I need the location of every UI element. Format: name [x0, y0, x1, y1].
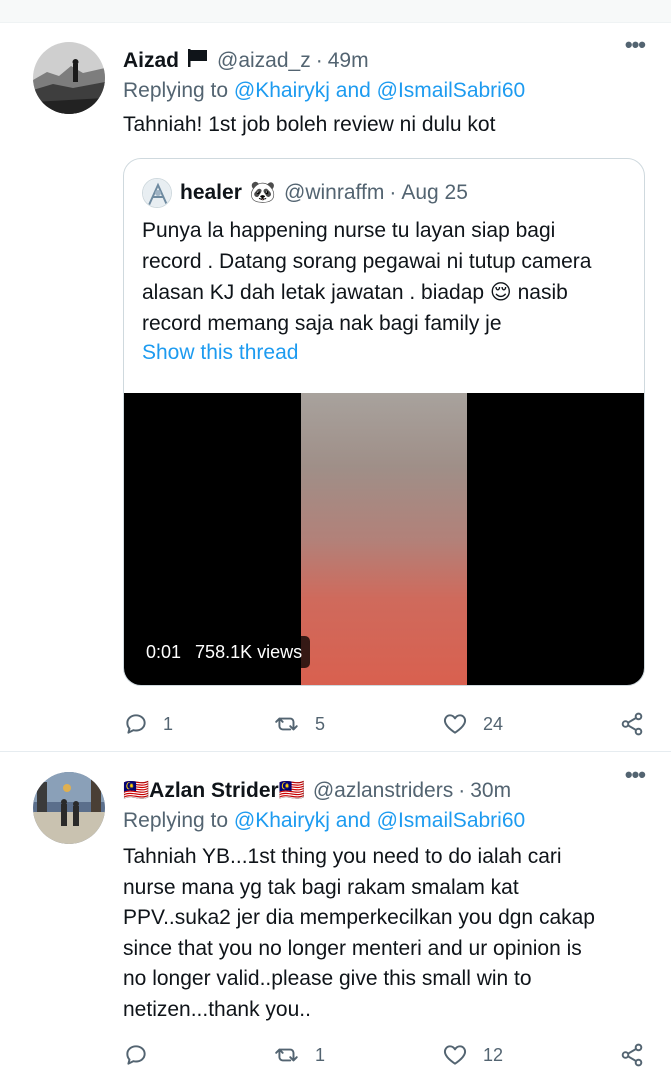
- like-count: 24: [483, 713, 504, 734]
- tweet[interactable]: Aizad @aizad_z · 49m ••• Replying to @Kh…: [0, 22, 671, 752]
- replying-to: Replying to @Khairykj and @IsmailSabri60: [123, 809, 525, 833]
- top-bar: [0, 0, 671, 23]
- tweet-header: Aizad @aizad_z · 49m: [123, 46, 651, 76]
- replying-and[interactable]: and: [336, 79, 371, 102]
- retweet-icon: [273, 711, 301, 737]
- more-options-icon[interactable]: •••: [625, 762, 646, 788]
- tweet[interactable]: 🇲🇾 Azlan Strider 🇲🇾 @azlanstriders · 30m…: [0, 752, 671, 1080]
- quoted-text-line: alasan KJ dah letak jawatan . biadap 😌 n…: [142, 281, 568, 304]
- tweet-header: 🇲🇾 Azlan Strider 🇲🇾 @azlanstriders · 30m: [123, 776, 651, 806]
- replying-and[interactable]: and: [336, 809, 371, 832]
- tweet-text-line: Tahniah YB...1st thing you need to do ia…: [123, 845, 562, 868]
- malaysia-flag: 🇲🇾: [278, 779, 305, 802]
- tweet-text-line: PPV..suka2 jer dia memperkecilkan you dg…: [123, 906, 595, 929]
- reply-button[interactable]: 1: [123, 706, 173, 742]
- video-info-badge: 0:01 758.1K views: [138, 636, 311, 668]
- quoted-tweet-text: Punya la happening nurse tu layan siap b…: [142, 215, 632, 339]
- mention-link[interactable]: @IsmailSabri60: [377, 809, 526, 832]
- quoted-text-line: Punya la happening nurse tu layan siap b…: [142, 219, 556, 242]
- tweet-text-line: nurse mana yg tak bagi rakam smalam kat: [123, 875, 519, 899]
- share-button[interactable]: [619, 1037, 645, 1073]
- video-duration: 0:01: [146, 641, 182, 662]
- display-name[interactable]: Aizad: [123, 49, 179, 73]
- mention-link[interactable]: @Khairykj: [234, 809, 330, 832]
- reply-icon: [123, 711, 149, 737]
- timestamp[interactable]: Aug 25: [401, 181, 468, 205]
- like-count: 12: [483, 1044, 504, 1065]
- share-icon: [619, 711, 645, 737]
- share-icon: [619, 1042, 645, 1068]
- quoted-text-line: record memang saja nak bagi family je: [142, 312, 502, 335]
- tweet-text: Tahniah! 1st job boleh review ni dulu ko…: [123, 113, 496, 136]
- mention-link[interactable]: @IsmailSabri60: [377, 79, 526, 102]
- show-thread-link[interactable]: Show this thread: [142, 341, 298, 365]
- replying-to: Replying to @Khairykj and @IsmailSabri60: [123, 79, 525, 103]
- mention-link[interactable]: @Khairykj: [234, 79, 330, 102]
- reply-count: 1: [163, 713, 174, 734]
- like-button[interactable]: 24: [441, 706, 503, 742]
- retweet-count: 1: [315, 1044, 326, 1065]
- avatar[interactable]: [142, 178, 172, 208]
- separator-dot: ·: [458, 779, 466, 802]
- avatar[interactable]: [33, 772, 105, 844]
- black-flag-icon: [187, 48, 209, 74]
- timestamp[interactable]: 49m: [328, 49, 369, 73]
- tweet-actions: 1 5 24: [123, 706, 653, 742]
- separator-dot: ·: [389, 181, 397, 204]
- tweet-text-line: no longer valid..please give this small …: [123, 967, 532, 990]
- user-handle[interactable]: @winraffm: [284, 181, 384, 205]
- display-name[interactable]: Azlan Strider: [149, 779, 279, 803]
- tweet-text: Tahniah YB...1st thing you need to do ia…: [123, 842, 595, 1025]
- more-options-icon[interactable]: •••: [625, 32, 646, 58]
- tweet-text-line: since that you no longer menteri and ur …: [123, 936, 582, 960]
- retweet-button[interactable]: 1: [273, 1037, 325, 1073]
- user-handle[interactable]: @azlanstriders: [313, 779, 453, 803]
- retweet-button[interactable]: 5: [273, 706, 325, 742]
- share-button[interactable]: [619, 706, 645, 742]
- video-views: 758.1K views: [195, 641, 303, 662]
- heart-icon: [441, 1042, 469, 1068]
- quoted-text-line: record . Datang sorang pegawai ni tutup …: [142, 250, 592, 273]
- video-player[interactable]: 0:01 758.1K views: [124, 393, 644, 685]
- display-name[interactable]: healer: [180, 181, 242, 205]
- panda-emoji: 🐼: [249, 181, 277, 204]
- quoted-tweet[interactable]: healer 🐼 @winraffm · Aug 25 Punya la hap…: [123, 158, 645, 686]
- replying-prefix: Replying to: [123, 79, 229, 102]
- retweet-count: 5: [315, 713, 326, 734]
- quoted-tweet-header: healer 🐼 @winraffm · Aug 25: [142, 177, 468, 209]
- avatar[interactable]: [33, 42, 105, 114]
- replying-prefix: Replying to: [123, 809, 229, 832]
- malaysia-flag: 🇲🇾: [123, 779, 150, 802]
- tweet-text-line: netizen...thank you..: [123, 997, 311, 1021]
- tweet-actions: 1 12: [123, 1037, 653, 1073]
- reply-icon: [123, 1042, 149, 1068]
- separator-dot: ·: [315, 49, 323, 72]
- like-button[interactable]: 12: [441, 1037, 503, 1073]
- heart-icon: [441, 711, 469, 737]
- video-frame: [301, 393, 467, 685]
- retweet-icon: [273, 1042, 301, 1068]
- user-handle[interactable]: @aizad_z: [217, 49, 311, 73]
- timestamp[interactable]: 30m: [470, 779, 511, 803]
- reply-button[interactable]: [123, 1037, 163, 1073]
